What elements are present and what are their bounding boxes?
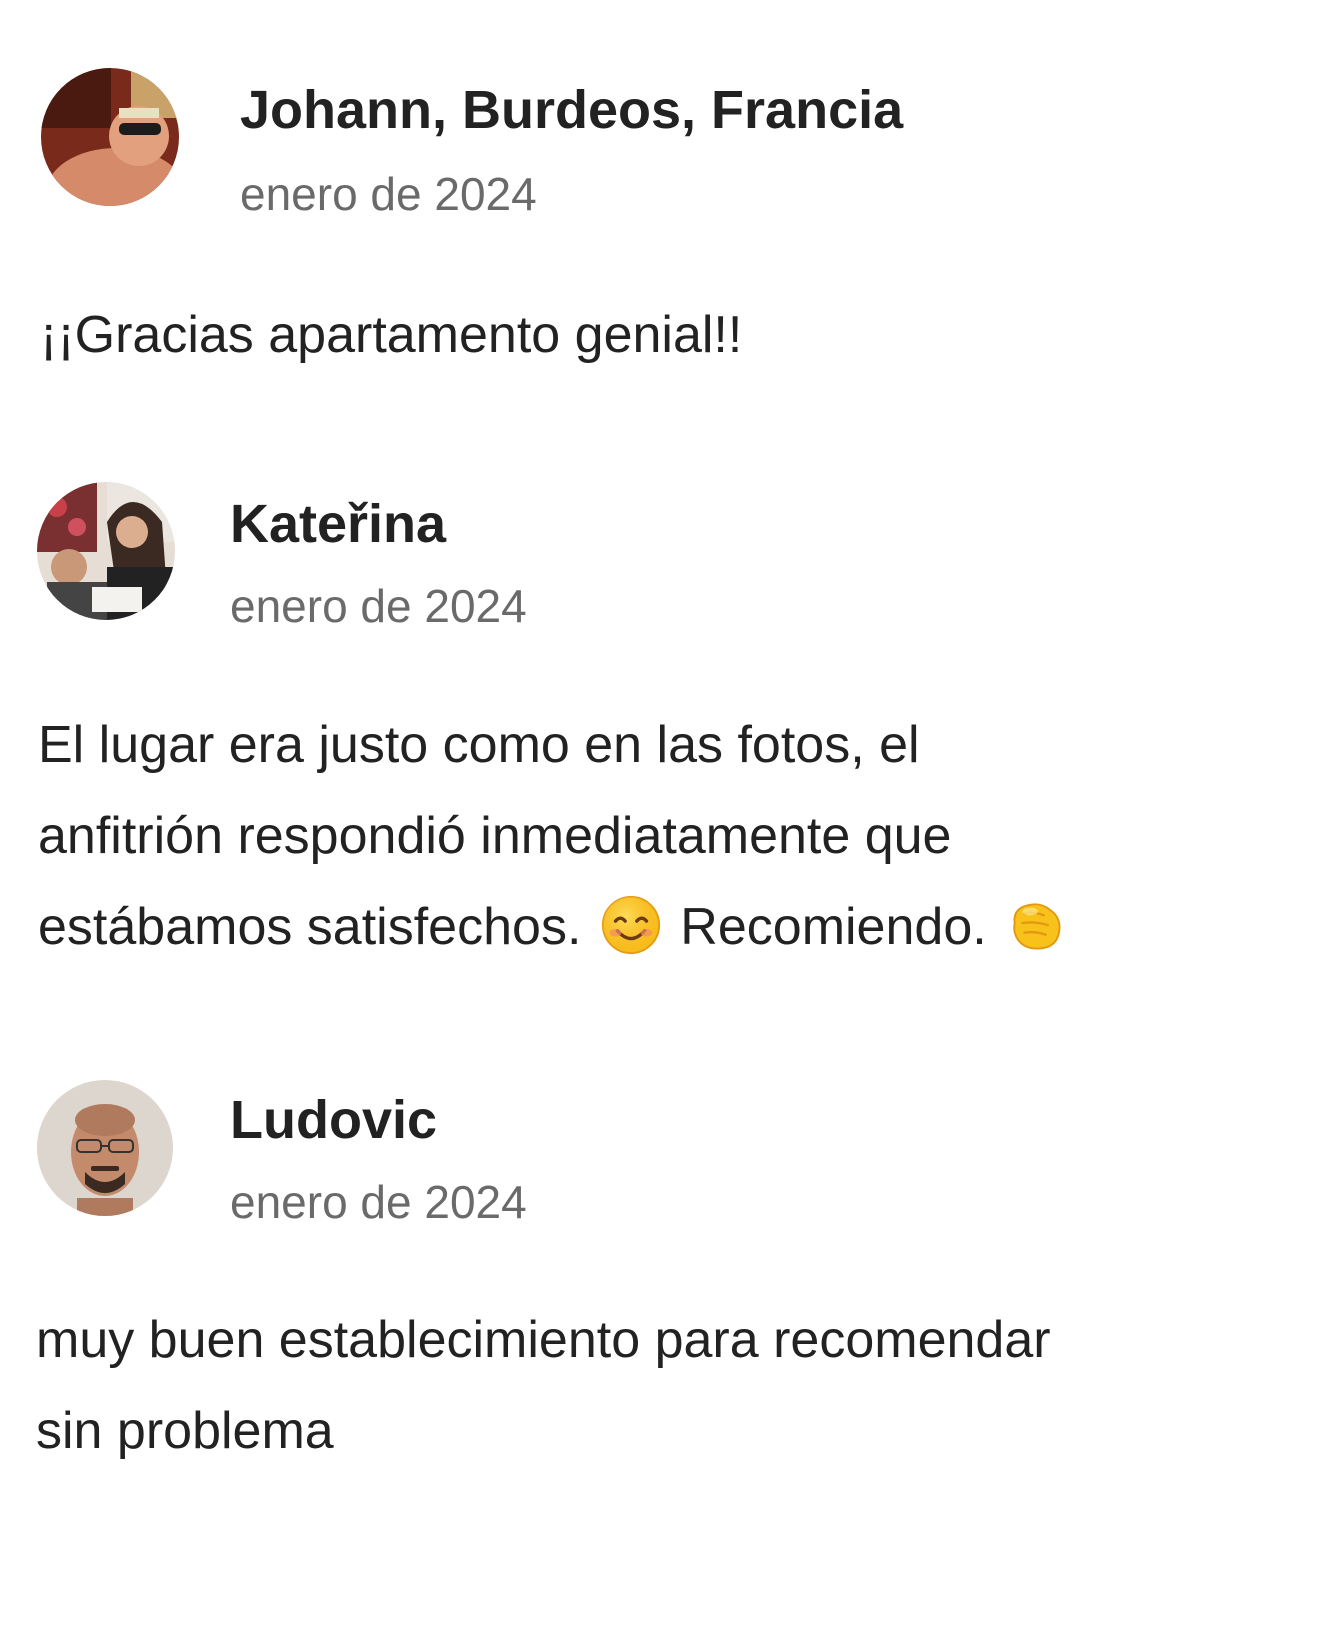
review-text-line: ¡¡Gracias apartamento genial!! — [40, 306, 743, 364]
review-text-line: El lugar era justo como en las fotos, el — [38, 716, 920, 774]
review-text: ¡¡Gracias apartamento genial!! — [40, 290, 742, 381]
review-text-fragment: estábamos satisfechos. — [38, 898, 582, 956]
review-text-line: anfitrión respondió inmediatamente que — [38, 807, 952, 865]
review-date: enero de 2024 — [240, 168, 537, 220]
review-text-line: estábamos satisfechos. Recomiendo. — [38, 882, 1071, 973]
review-text-line: sin problema — [36, 1402, 334, 1460]
review-text: muy buen establecimiento para recomendar… — [36, 1295, 1051, 1477]
reviewer-name: Kateřina — [230, 494, 447, 554]
avatar-photo-icon — [37, 1080, 173, 1216]
smiling-face-emoji-icon — [600, 894, 662, 956]
avatar-photo-icon — [37, 482, 175, 620]
reviewer-name: Johann, Burdeos, Francia — [240, 80, 904, 140]
reviewer-avatar[interactable] — [37, 1080, 173, 1216]
review-date: enero de 2024 — [230, 1176, 527, 1228]
review-text-line: muy buen establecimiento para recomendar — [36, 1311, 1051, 1369]
avatar-photo-icon — [41, 68, 179, 206]
review-text: El lugar era justo como en las fotos, el… — [38, 700, 1071, 973]
review-date: enero de 2024 — [230, 580, 527, 632]
reviewer-avatar[interactable] — [37, 482, 175, 620]
review-text-fragment: Recomiendo. — [680, 898, 987, 956]
fist-bump-emoji-icon — [1005, 894, 1067, 956]
reviewer-avatar[interactable] — [41, 68, 179, 206]
reviewer-name: Ludovic — [230, 1090, 438, 1150]
